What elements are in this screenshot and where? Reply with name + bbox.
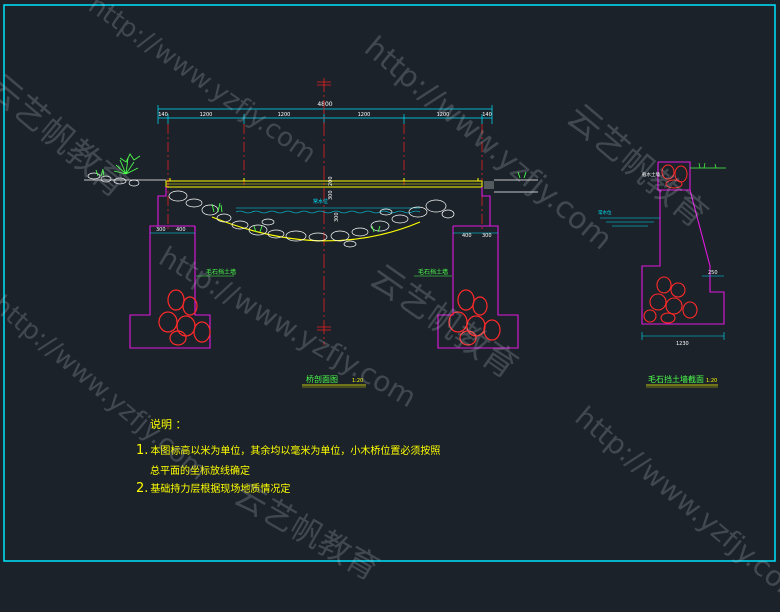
wall-label-right: 毛石挡土墙 bbox=[418, 268, 448, 276]
notes-heading: 说明 ： bbox=[150, 418, 187, 431]
abutment-right bbox=[437, 187, 519, 349]
wall-ground bbox=[690, 162, 726, 169]
dim-abut-right-1: 400 bbox=[462, 233, 472, 239]
note-item-1-text: 本图标高以米为单位，其余均以毫米为单位，小木桥位置必须按照 bbox=[150, 446, 441, 457]
wall-dim-base: 1230 bbox=[676, 341, 689, 347]
wall-boulders bbox=[643, 276, 698, 324]
dim-seg-4: 1200 bbox=[358, 112, 371, 118]
note-item-1b-text: 总平面的坐标放线确定 bbox=[150, 466, 250, 477]
dim-seg-3: 1200 bbox=[278, 112, 291, 118]
dim-abut-left-1: 300 bbox=[156, 227, 166, 233]
dim-seg-6: 140 bbox=[482, 112, 492, 118]
wall-water-label: 常水位 bbox=[598, 209, 612, 216]
dim-seg-1: 140 bbox=[158, 112, 168, 118]
dim-seg-5: 1200 bbox=[437, 112, 450, 118]
note-item-1b: 总平面的坐标放线确定 bbox=[150, 462, 250, 477]
bridge-title: 桥剖面图 bbox=[306, 374, 338, 384]
wall-label-left: 毛石挡土墙 bbox=[206, 268, 236, 276]
water-surface bbox=[235, 207, 421, 214]
boulders-left bbox=[158, 289, 211, 346]
ground-line bbox=[84, 179, 538, 193]
water-label: 常水位 bbox=[313, 198, 328, 205]
dim-deck-2: 300 bbox=[328, 190, 334, 200]
dim-deck-1: 200 bbox=[328, 176, 334, 186]
wall-dim-step: 250 bbox=[708, 270, 718, 276]
dim-water: 300 bbox=[334, 212, 340, 222]
wall-coping-boulders bbox=[661, 164, 688, 189]
deck-end-hatch bbox=[484, 181, 494, 189]
note-item-1: 1. 本图标高以米为单位，其余均以毫米为单位，小木桥位置必须按照 bbox=[136, 442, 440, 458]
dim-abut-right-2: 300 bbox=[482, 233, 492, 239]
dim-seg-2: 1200 bbox=[200, 112, 213, 118]
bridge-elevation: 4800 140 1200 1200 1200 1200 140 200 300… bbox=[84, 78, 538, 388]
vegetation bbox=[95, 153, 527, 233]
wall-scale: 1:20 bbox=[706, 378, 717, 384]
wall-top-label: 截水土墙 bbox=[642, 171, 660, 178]
note-item-2-num: 2. bbox=[136, 481, 149, 496]
cad-drawing: 4800 140 1200 1200 1200 1200 140 200 300… bbox=[3, 4, 776, 562]
note-item-2: 2. 基础持力层根据现场地质情况定 bbox=[136, 480, 290, 496]
note-item-2-text: 基础持力层根据现场地质情况定 bbox=[150, 484, 291, 495]
dim-abut-left-2: 400 bbox=[176, 227, 186, 233]
note-item-1-num: 1. bbox=[136, 443, 149, 458]
wall-water bbox=[600, 217, 660, 227]
wall-title: 毛石挡土墙截面 bbox=[648, 374, 704, 384]
bridge-scale: 1:20 bbox=[352, 378, 363, 384]
boulders-right bbox=[448, 289, 501, 346]
dim-total: 4800 bbox=[317, 101, 332, 108]
wall-outline bbox=[641, 161, 725, 325]
drawing-frame bbox=[3, 4, 776, 562]
wall-section: 截水土墙 常水位 250 1230 毛石挡土墙截面 1:20 bbox=[598, 161, 726, 388]
